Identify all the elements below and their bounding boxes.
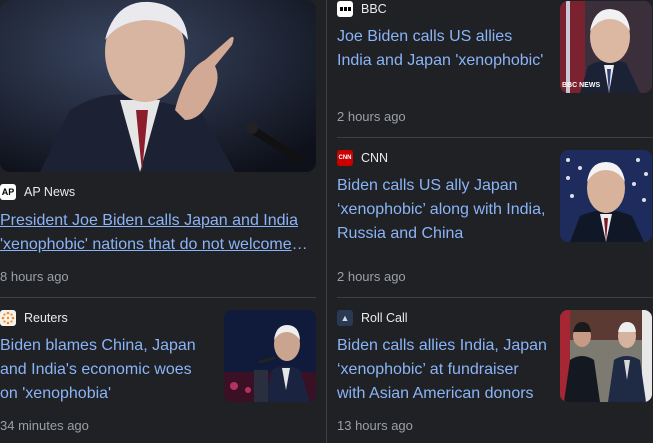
- source-row: CNN CNN: [337, 150, 388, 166]
- article-time: 13 hours ago: [337, 418, 413, 433]
- source-name: AP News: [24, 185, 76, 199]
- ap-news-logo-icon: AP: [0, 184, 16, 200]
- source-row: Reuters: [0, 310, 68, 326]
- row-divider: [0, 297, 316, 298]
- article-headline-link[interactable]: President Joe Biden calls Japan and Indi…: [0, 209, 316, 257]
- article-thumbnail[interactable]: BBC NEWS: [560, 1, 652, 93]
- row-divider: [337, 137, 653, 138]
- article-headline-link[interactable]: Joe Biden calls US allies India and Japa…: [337, 25, 547, 97]
- bbc-logo-icon: [337, 1, 353, 17]
- article-headline-link[interactable]: Biden blames China, Japan and India's ec…: [0, 334, 212, 406]
- source-name: BBC: [361, 2, 387, 16]
- row-divider: [337, 297, 653, 298]
- article-thumbnail[interactable]: [560, 150, 652, 242]
- hero-article-image[interactable]: [0, 0, 316, 172]
- article-thumbnail[interactable]: [224, 310, 316, 402]
- source-row: AP AP News: [0, 184, 75, 200]
- article-headline-link[interactable]: Biden calls allies India, Japan ‘xenopho…: [337, 334, 547, 406]
- source-row: BBC: [337, 1, 387, 17]
- source-name: CNN: [361, 151, 389, 165]
- source-name: Roll Call: [361, 311, 408, 325]
- article-time: 2 hours ago: [337, 109, 406, 124]
- thumbnail-caption: BBC NEWS: [562, 82, 600, 89]
- source-name: Reuters: [24, 311, 68, 325]
- source-row: ▲ Roll Call: [337, 310, 408, 326]
- article-time: 8 hours ago: [0, 269, 69, 284]
- article-time: 34 minutes ago: [0, 418, 89, 433]
- article-thumbnail[interactable]: [560, 310, 652, 402]
- column-divider: [326, 0, 327, 443]
- cnn-logo-icon: CNN: [337, 150, 353, 166]
- reuters-logo-icon: [0, 310, 16, 326]
- roll-call-logo-icon: ▲: [337, 310, 353, 326]
- article-headline-link[interactable]: Biden calls US ally Japan ‘xenophobic’ a…: [337, 174, 547, 246]
- article-time: 2 hours ago: [337, 269, 406, 284]
